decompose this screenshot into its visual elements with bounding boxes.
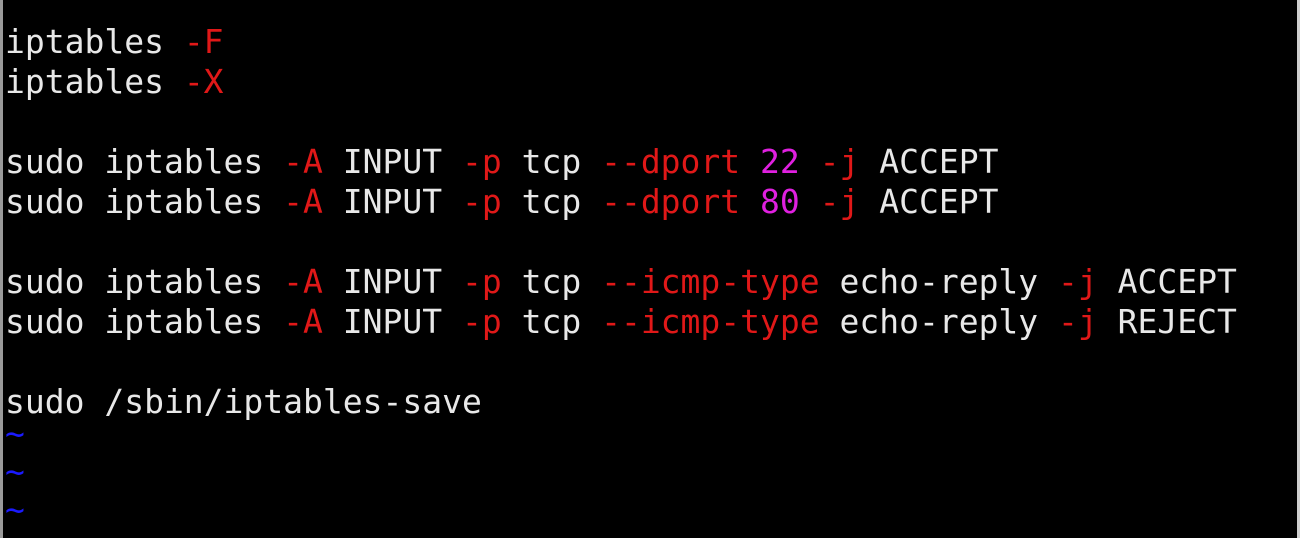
- editor-line: sudo iptables -A INPUT -p tcp --icmp-typ…: [5, 302, 1237, 342]
- empty-line-tilde: ~: [5, 414, 25, 453]
- line-token: ACCEPT: [859, 142, 999, 181]
- editor-line: sudo iptables -A INPUT -p tcp --dport 22…: [5, 142, 998, 182]
- editor-line: sudo /sbin/iptables-save: [5, 382, 482, 422]
- line-token: tcp: [501, 302, 602, 341]
- line-token: -A: [283, 142, 323, 181]
- editor-line: iptables -X: [5, 62, 224, 102]
- editor-line: sudo iptables -A INPUT -p tcp --dport 80…: [5, 182, 998, 222]
- editor-line: sudo iptables -A INPUT -p tcp --icmp-typ…: [5, 262, 1237, 302]
- line-token: ACCEPT: [1097, 262, 1237, 301]
- line-token: tcp: [501, 182, 602, 221]
- line-token: -j: [1058, 262, 1098, 301]
- line-token: REJECT: [1097, 302, 1237, 341]
- line-token: --dport: [601, 142, 741, 181]
- empty-line-tilde: ~: [5, 452, 25, 491]
- line-token: -A: [283, 182, 323, 221]
- line-token: sudo /sbin/iptables-save: [5, 382, 482, 421]
- line-token: sudo iptables: [5, 182, 284, 221]
- window-border-left: [0, 0, 3, 538]
- line-token: iptables: [5, 62, 184, 101]
- line-token: sudo iptables: [5, 142, 284, 181]
- line-token: echo-reply: [819, 262, 1059, 301]
- line-token: -A: [283, 302, 323, 341]
- line-token: sudo iptables: [5, 302, 284, 341]
- line-token: --icmp-type: [601, 302, 820, 341]
- line-token: tcp: [501, 262, 602, 301]
- editor-line: iptables -F: [5, 22, 224, 62]
- line-token: INPUT: [322, 262, 462, 301]
- line-token: INPUT: [322, 142, 462, 181]
- line-token: -A: [283, 262, 323, 301]
- line-token: ACCEPT: [859, 182, 999, 221]
- line-token: [800, 182, 820, 221]
- terminal-window[interactable]: iptables -F iptables -X sudo iptables -A I…: [0, 0, 1300, 538]
- empty-line-tilde: ~: [5, 490, 25, 529]
- line-token: echo-reply: [819, 302, 1059, 341]
- line-token: -j: [819, 142, 860, 181]
- line-token: -p: [461, 302, 502, 341]
- line-token: 22: [760, 142, 800, 181]
- line-token: -j: [1058, 302, 1098, 341]
- line-token: [740, 142, 760, 181]
- line-token: sudo iptables: [5, 262, 284, 301]
- line-token: --dport: [601, 182, 741, 221]
- line-token: -p: [461, 262, 502, 301]
- line-token: -j: [819, 182, 860, 221]
- line-token: [740, 182, 760, 221]
- line-token: iptables: [5, 22, 184, 61]
- line-token: -F: [183, 22, 224, 61]
- line-token: INPUT: [322, 302, 462, 341]
- line-token: --icmp-type: [601, 262, 820, 301]
- line-token: -p: [461, 142, 502, 181]
- line-token: INPUT: [322, 182, 462, 221]
- line-token: -X: [183, 62, 224, 101]
- line-token: 80: [760, 182, 800, 221]
- line-token: -p: [461, 182, 502, 221]
- line-token: tcp: [501, 142, 602, 181]
- line-token: [800, 142, 820, 181]
